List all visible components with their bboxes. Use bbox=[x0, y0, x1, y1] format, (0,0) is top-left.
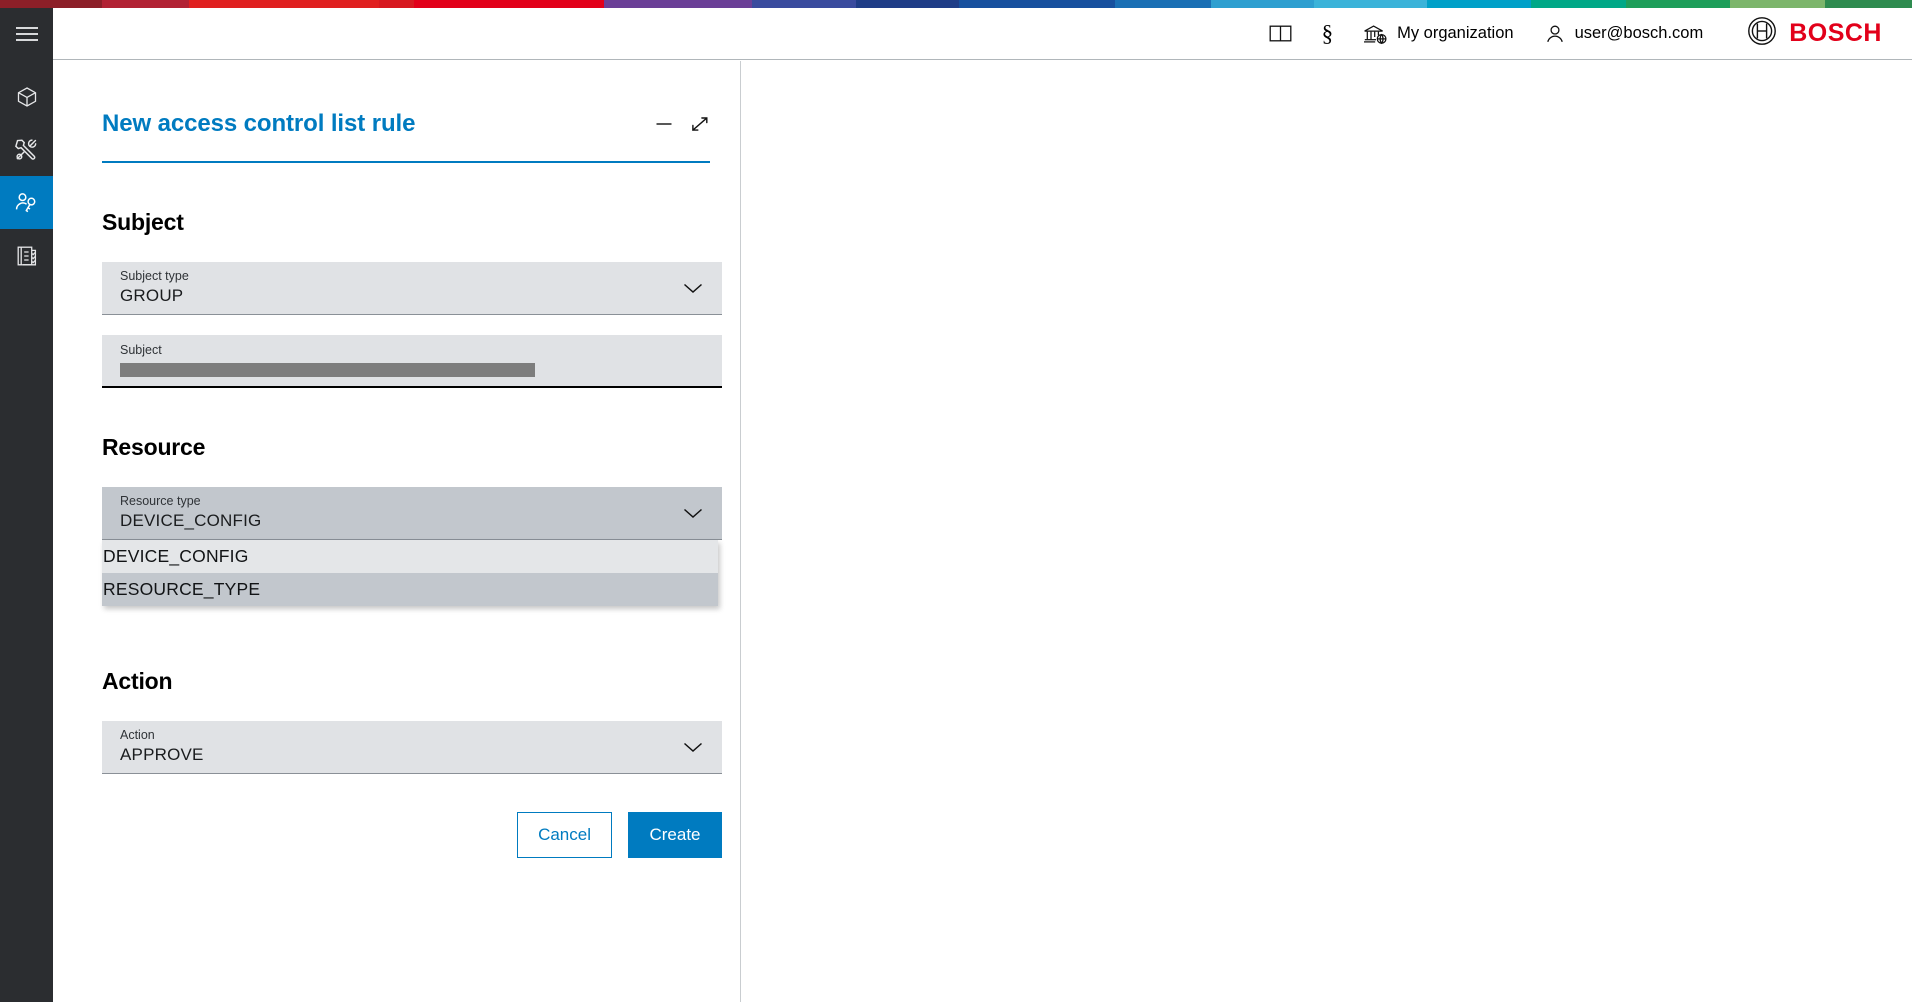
sidebar-item-devices[interactable] bbox=[0, 70, 53, 123]
page-title: New access control list rule bbox=[102, 111, 415, 137]
resource-type-select[interactable]: Resource type DEVICE_CONFIG bbox=[102, 487, 722, 540]
checklist-document-icon bbox=[15, 244, 39, 268]
hamburger-lines bbox=[16, 23, 38, 45]
organization-label: My organization bbox=[1397, 24, 1513, 43]
subject-type-select[interactable]: Subject type GROUP bbox=[102, 262, 722, 315]
sidebar-item-logs[interactable] bbox=[0, 229, 53, 282]
new-acl-rule-panel: New access control list rule bbox=[53, 61, 741, 1002]
supergraphic-segment-7 bbox=[856, 0, 960, 8]
panel-header-actions bbox=[654, 111, 710, 133]
resource-type-dropdown: DEVICE_CONFIG RESOURCE_TYPE bbox=[102, 540, 718, 606]
cube-icon bbox=[15, 85, 39, 109]
supergraphic-segment-0 bbox=[0, 0, 102, 8]
subject-type-label: Subject type bbox=[120, 270, 704, 284]
supergraphic-segment-12 bbox=[1427, 0, 1531, 8]
action-select[interactable]: Action APPROVE bbox=[102, 721, 722, 774]
panel-header: New access control list rule bbox=[102, 111, 710, 163]
subject-label: Subject bbox=[120, 344, 704, 358]
supergraphic-segment-9 bbox=[1115, 0, 1210, 8]
user-account-button[interactable]: user@bosch.com bbox=[1544, 23, 1704, 45]
subject-redacted-value bbox=[120, 363, 535, 377]
user-email-label: user@bosch.com bbox=[1575, 24, 1704, 43]
chevron-down-icon bbox=[682, 281, 704, 295]
dropdown-option-resource-type[interactable]: RESOURCE_TYPE bbox=[102, 573, 718, 606]
app-header: § My organization user@bosch.com bbox=[53, 8, 1912, 60]
supergraphic-segment-3 bbox=[379, 0, 414, 8]
resource-type-value: DEVICE_CONFIG bbox=[120, 511, 704, 531]
action-value: APPROVE bbox=[120, 745, 704, 765]
supergraphic-segment-2 bbox=[189, 0, 380, 8]
supergraphic-segment-5 bbox=[604, 0, 751, 8]
subject-input[interactable]: Subject bbox=[102, 335, 722, 388]
section-heading-action: Action bbox=[102, 668, 710, 695]
dropdown-option-device-config[interactable]: DEVICE_CONFIG bbox=[102, 540, 718, 573]
bosch-wordmark: BOSCH bbox=[1789, 19, 1882, 48]
user-key-icon bbox=[14, 190, 40, 216]
chevron-down-icon bbox=[682, 740, 704, 754]
supergraphic-segment-14 bbox=[1626, 0, 1730, 8]
supergraphic-segment-11 bbox=[1314, 0, 1427, 8]
expand-diagonal-icon[interactable] bbox=[690, 115, 710, 133]
supergraphic-segment-8 bbox=[959, 0, 1115, 8]
documentation-button[interactable] bbox=[1269, 24, 1292, 43]
supergraphic-segment-1 bbox=[102, 0, 189, 8]
minimize-icon[interactable] bbox=[654, 115, 674, 133]
person-icon bbox=[1544, 23, 1566, 45]
section-sign-icon: § bbox=[1322, 22, 1334, 45]
resource-type-label: Resource type bbox=[120, 495, 704, 509]
open-book-icon bbox=[1269, 24, 1292, 43]
sidebar-item-tools[interactable] bbox=[0, 123, 53, 176]
supergraphic-segment-16 bbox=[1825, 0, 1912, 8]
supergraphic-segment-6 bbox=[752, 0, 856, 8]
supergraphic-segment-10 bbox=[1211, 0, 1315, 8]
cancel-button[interactable]: Cancel bbox=[517, 812, 612, 858]
bank-globe-icon bbox=[1363, 23, 1388, 45]
supergraphic-segment-15 bbox=[1730, 0, 1825, 8]
section-heading-resource: Resource bbox=[102, 434, 710, 461]
supergraphic-segment-13 bbox=[1531, 0, 1626, 8]
organization-selector[interactable]: My organization bbox=[1363, 23, 1513, 45]
action-label: Action bbox=[120, 729, 704, 743]
bosch-logo: BOSCH bbox=[1747, 16, 1882, 51]
sidebar-item-access-management[interactable] bbox=[0, 176, 53, 229]
section-heading-subject: Subject bbox=[102, 209, 710, 236]
main-content-area: New access control list rule bbox=[53, 61, 1912, 1002]
chevron-down-icon bbox=[682, 506, 704, 520]
tools-icon bbox=[14, 137, 39, 162]
panel-body: Subject Subject type GROUP Subject Resou… bbox=[102, 209, 710, 858]
bosch-supergraphic-bar bbox=[0, 0, 1912, 8]
hamburger-menu-icon[interactable] bbox=[0, 8, 53, 60]
resource-type-select-wrapper: Resource type DEVICE_CONFIG DEVICE_CONFI… bbox=[102, 487, 710, 540]
supergraphic-segment-4 bbox=[414, 0, 605, 8]
subject-type-value: GROUP bbox=[120, 286, 704, 306]
bosch-anchor-icon bbox=[1747, 16, 1777, 51]
panel-footer: Cancel Create bbox=[102, 812, 722, 858]
legal-notice-button[interactable]: § bbox=[1322, 22, 1334, 45]
create-button[interactable]: Create bbox=[628, 812, 722, 858]
left-navigation-rail bbox=[0, 0, 53, 1002]
